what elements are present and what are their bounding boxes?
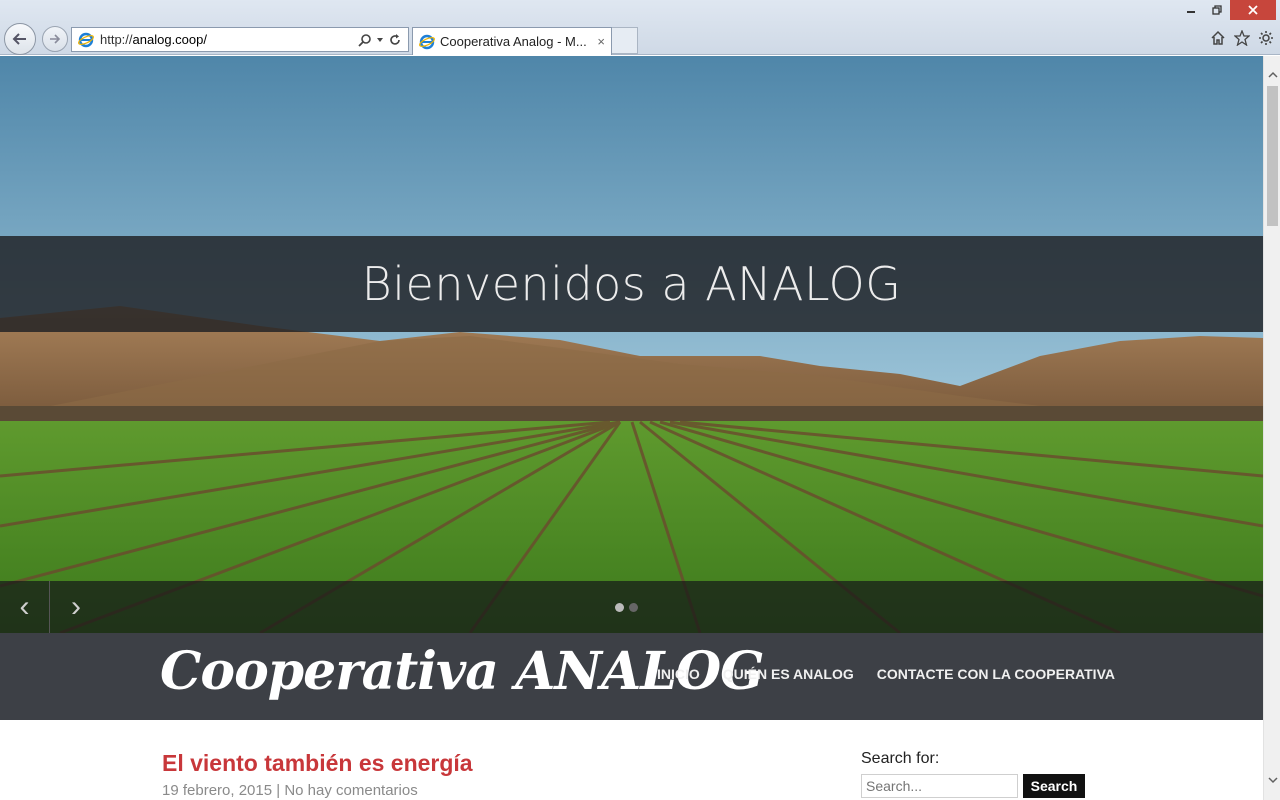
slider-controls: ‹ › — [0, 581, 1263, 633]
home-icon[interactable] — [1210, 30, 1226, 46]
menu-item-inicio[interactable]: INICIO — [657, 666, 700, 682]
scroll-thumb[interactable] — [1267, 86, 1278, 226]
site-header: Cooperativa ANALOG INICIO QUIÉN ES ANALO… — [0, 633, 1263, 720]
search-icon[interactable] — [358, 33, 372, 47]
close-window-icon[interactable] — [1230, 0, 1276, 20]
slider-dot-1[interactable] — [615, 603, 624, 612]
restore-icon[interactable] — [1204, 0, 1230, 20]
scroll-down-icon[interactable] — [1264, 771, 1280, 788]
scroll-up-icon[interactable] — [1264, 66, 1280, 83]
search-button[interactable]: Search — [1023, 774, 1085, 798]
slider-dots — [615, 603, 638, 612]
dropdown-icon[interactable] — [376, 36, 384, 44]
slider-prev-button[interactable]: ‹ — [0, 581, 50, 633]
url-domain: analog.coop/ — [132, 32, 207, 47]
ie-logo-icon — [78, 32, 94, 47]
slider-dot-2[interactable] — [629, 603, 638, 612]
back-arrow-icon — [12, 33, 26, 45]
star-icon[interactable] — [1234, 30, 1250, 46]
back-button[interactable] — [4, 23, 36, 55]
search-input[interactable] — [861, 774, 1018, 798]
search-label: Search for: — [861, 750, 940, 767]
ie-tab-icon — [419, 34, 435, 49]
refresh-icon[interactable] — [388, 33, 402, 47]
window-controls — [1178, 0, 1276, 20]
toolbar-icons — [1210, 30, 1274, 46]
url-prefix: http:// — [100, 32, 133, 47]
post-title[interactable]: El viento también es energía — [162, 750, 473, 777]
address-bar[interactable]: http://analog.coop/ — [71, 27, 409, 52]
slider-next-button[interactable]: › — [51, 581, 101, 633]
main-menu: INICIO QUIÉN ES ANALOG CONTACTE CON LA C… — [657, 666, 1115, 682]
tab-active[interactable]: Cooperativa Analog - M... × — [412, 27, 612, 55]
browser-chrome: http://analog.coop/ Cooperativa Analog -… — [0, 0, 1280, 55]
welcome-banner: Bienvenidos a ANALOG — [0, 236, 1263, 332]
forward-arrow-icon — [50, 34, 61, 44]
chevron-right-icon: › — [71, 590, 81, 623]
tab-close-icon[interactable]: × — [597, 34, 605, 49]
url-text[interactable]: http://analog.coop/ — [100, 32, 358, 47]
main-content: El viento también es energía 19 febrero,… — [0, 720, 1263, 800]
menu-item-quien-es-analog[interactable]: QUIÉN ES ANALOG — [723, 666, 854, 682]
chevron-left-icon: ‹ — [19, 590, 30, 623]
page-viewport: Bienvenidos a ANALOG ‹ › Cooperativa ANA… — [0, 56, 1263, 800]
forward-button[interactable] — [42, 26, 68, 52]
hero-image — [0, 56, 1263, 633]
menu-item-contacte[interactable]: CONTACTE CON LA COOPERATIVA — [877, 666, 1115, 682]
minimize-icon[interactable] — [1178, 0, 1204, 20]
gear-icon[interactable] — [1258, 30, 1274, 46]
post-meta: 19 febrero, 2015 | No hay comentarios — [162, 782, 418, 799]
new-tab-button[interactable] — [612, 27, 638, 54]
hero-slider: Bienvenidos a ANALOG ‹ › — [0, 56, 1263, 633]
vertical-scrollbar[interactable] — [1263, 56, 1280, 800]
tab-title: Cooperativa Analog - M... — [440, 34, 587, 49]
welcome-heading: Bienvenidos a ANALOG — [361, 257, 902, 311]
